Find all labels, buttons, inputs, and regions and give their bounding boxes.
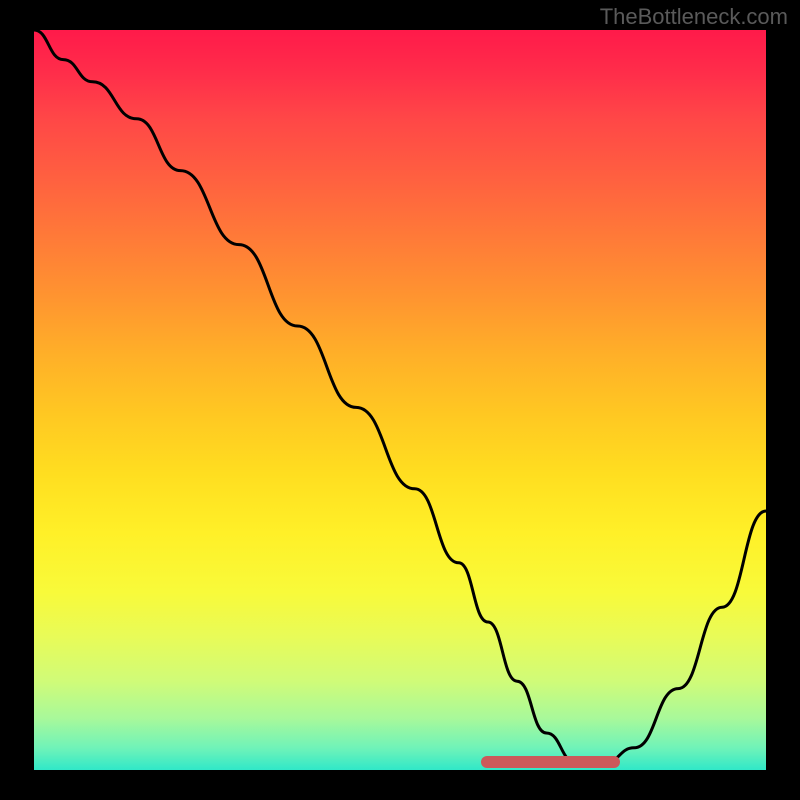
- watermark-text: TheBottleneck.com: [600, 4, 788, 30]
- bottleneck-curve: [34, 30, 766, 770]
- optimal-range-highlight: [481, 756, 620, 768]
- plot-area: [34, 30, 766, 770]
- curve-path: [34, 30, 766, 763]
